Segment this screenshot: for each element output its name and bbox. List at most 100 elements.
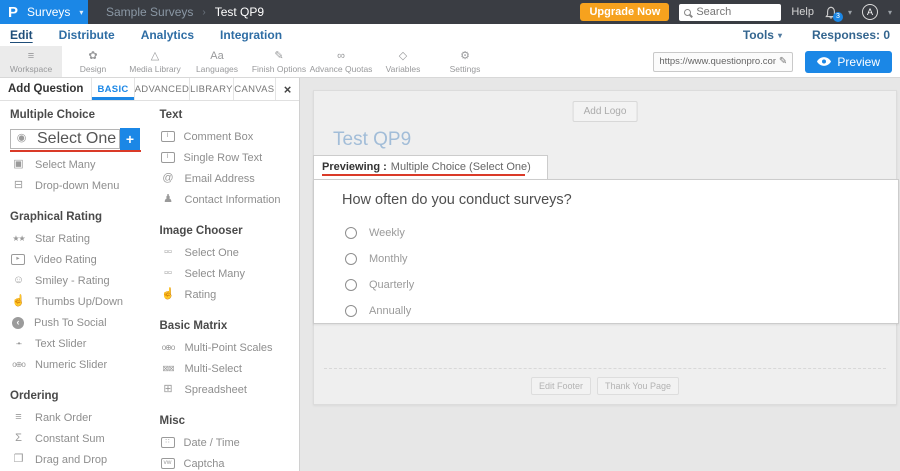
chevron-down-icon[interactable]: ▾: [888, 8, 892, 17]
toolbar-tab-advance-quotas[interactable]: ∞ Advance Quotas: [310, 46, 372, 77]
question-type-rank-order[interactable]: ≡ Rank Order: [10, 407, 148, 428]
option-monthly[interactable]: Monthly: [345, 246, 414, 272]
slider-icon: -•-: [10, 340, 27, 348]
question-type-comment-box[interactable]: I Comment Box: [160, 126, 300, 147]
question-type-image-select-one[interactable]: ▫▫ Select One: [160, 242, 300, 263]
question-type-select-many[interactable]: ▣ Select Many: [10, 154, 148, 175]
question-type-thumbs-up-down[interactable]: ☝ Thumbs Up/Down: [10, 291, 148, 312]
edit-url-pencil-icon[interactable]: ✎: [779, 56, 787, 67]
question-type-contact-information[interactable]: ♟ Contact Information: [160, 189, 300, 210]
toolbar-tab-languages[interactable]: Aa Languages: [186, 46, 248, 77]
question-type-multi-select[interactable]: ⊠⊠ Multi-Select: [160, 358, 300, 379]
breadcrumb: Sample Surveys › Test QP9: [106, 5, 264, 19]
question-type-spreadsheet[interactable]: ⊞ Spreadsheet: [160, 379, 300, 400]
section-misc: Misc: [160, 415, 300, 427]
option-annually[interactable]: Annually: [345, 298, 414, 324]
toolbar-tab-variables[interactable]: ◇ Variables: [372, 46, 434, 77]
option-weekly[interactable]: Weekly: [345, 220, 414, 246]
option-label: Quarterly: [369, 279, 414, 291]
comment-box-icon: I: [161, 131, 175, 142]
question-type-dropdown-menu[interactable]: ⊟ Drop-down Menu: [10, 175, 148, 196]
toolbar-tab-finish-options[interactable]: ✎ Finish Options: [248, 46, 310, 77]
breadcrumb-parent[interactable]: Sample Surveys: [106, 5, 193, 19]
select-one-box[interactable]: ◉ Select One: [10, 129, 120, 149]
search-input[interactable]: [696, 6, 776, 18]
toolbar-tab-label: Variables: [386, 64, 421, 74]
question-type-column-2: Text I Comment Box I Single Row Text @ E…: [160, 106, 300, 471]
nav-analytics[interactable]: Analytics: [141, 28, 194, 42]
previewing-label: Previewing :: [322, 161, 387, 173]
avatar[interactable]: A: [862, 4, 878, 20]
option-label: Weekly: [369, 227, 405, 239]
toolbar-tab-design[interactable]: ✿ Design: [62, 46, 124, 77]
previewing-red-underline: [322, 174, 525, 176]
survey-url-field[interactable]: https://www.questionpro.com/t/APNrfZ ✎: [653, 52, 793, 72]
survey-title[interactable]: Test QP9: [333, 129, 411, 151]
question-type-star-rating[interactable]: ★★ Star Rating: [10, 228, 148, 249]
question-type-label: Captcha: [184, 458, 225, 470]
question-type-label: Comment Box: [184, 131, 254, 143]
question-type-lists: Multiple Choice ◉ Select One + ▣ Select …: [0, 101, 299, 471]
add-question-plus-button[interactable]: +: [120, 128, 140, 150]
radio-icon[interactable]: [345, 253, 357, 265]
radio-icon[interactable]: [345, 227, 357, 239]
option-quarterly[interactable]: Quarterly: [345, 272, 414, 298]
question-type-smiley-rating[interactable]: ☺ Smiley - Rating: [10, 270, 148, 291]
toolbar-tab-media-library[interactable]: △ Media Library: [124, 46, 186, 77]
notification-count-badge: 3: [833, 12, 843, 22]
question-type-drag-and-drop[interactable]: ❐ Drag and Drop: [10, 449, 148, 470]
question-type-label: Rating: [185, 289, 217, 301]
question-type-date-time[interactable]: ∷ Date / Time: [160, 432, 300, 453]
question-preview-block[interactable]: How often do you conduct surveys? Weekly…: [313, 179, 899, 324]
notifications-button[interactable]: 3: [824, 6, 838, 19]
smiley-icon: ☺: [10, 275, 27, 286]
question-type-single-row-text[interactable]: I Single Row Text: [160, 147, 300, 168]
tab-basic[interactable]: BASIC: [91, 78, 133, 100]
question-type-label: Numeric Slider: [35, 359, 107, 371]
responses-count[interactable]: Responses: 0: [812, 28, 890, 42]
question-type-select-one-active[interactable]: ◉ Select One +: [10, 126, 148, 151]
edit-footer-button[interactable]: Edit Footer: [531, 377, 591, 395]
toolbar-tab-settings[interactable]: ⚙ Settings: [434, 46, 496, 77]
tab-advanced[interactable]: ADVANCED: [134, 78, 189, 100]
question-text: How often do you conduct surveys?: [342, 192, 572, 208]
nav-distribute[interactable]: Distribute: [59, 28, 115, 42]
tab-library[interactable]: LIBRARY: [189, 78, 233, 100]
question-type-email-address[interactable]: @ Email Address: [160, 168, 300, 189]
close-icon[interactable]: ×: [275, 78, 299, 100]
toolbar-tab-label: Design: [80, 64, 106, 74]
top-bar-actions: Upgrade Now Help 3 ▾ A ▾: [580, 3, 900, 21]
toolbar-tab-workspace[interactable]: ≡ Workspace: [0, 46, 62, 77]
upgrade-now-button[interactable]: Upgrade Now: [580, 3, 669, 21]
chevron-down-icon[interactable]: ▾: [848, 8, 852, 17]
question-type-image-rating[interactable]: ☝ Rating: [160, 284, 300, 305]
global-search[interactable]: [679, 4, 781, 21]
radio-icon[interactable]: [345, 305, 357, 317]
question-type-multi-point-scales[interactable]: o⊕o Multi-Point Scales: [160, 337, 300, 358]
add-logo-button[interactable]: Add Logo: [573, 101, 638, 122]
tools-menu[interactable]: Tools ▾: [743, 28, 782, 42]
product-menu-label: Surveys: [27, 5, 70, 19]
question-type-image-select-many[interactable]: ▫▫ Select Many: [160, 263, 300, 284]
breadcrumb-current: Test QP9: [215, 5, 264, 19]
question-type-captcha[interactable]: vw Captcha: [160, 453, 300, 471]
magic-wand-icon: ✎: [274, 50, 283, 63]
preview-button[interactable]: Preview: [805, 51, 892, 73]
question-type-numeric-slider[interactable]: o⊕o Numeric Slider: [10, 354, 148, 375]
nav-right: Tools ▾ Responses: 0: [743, 28, 890, 42]
previewing-value: Multiple Choice (Select One): [391, 161, 531, 173]
question-type-push-to-social[interactable]: ‹ Push To Social: [10, 312, 148, 333]
thank-you-page-button[interactable]: Thank You Page: [597, 377, 679, 395]
help-link[interactable]: Help: [791, 6, 814, 18]
question-type-text-slider[interactable]: -•- Text Slider: [10, 333, 148, 354]
tab-canvas[interactable]: CANVAS: [233, 78, 275, 100]
radio-icon[interactable]: [345, 279, 357, 291]
workspace-icon: ≡: [28, 50, 34, 63]
question-type-constant-sum[interactable]: Σ Constant Sum: [10, 428, 148, 449]
video-icon: ▸: [11, 254, 25, 265]
question-type-video-rating[interactable]: ▸ Video Rating: [10, 249, 148, 270]
surveys-product-menu[interactable]: P Surveys ▾: [0, 0, 88, 24]
nav-integration[interactable]: Integration: [220, 28, 282, 42]
nav-edit[interactable]: Edit: [10, 28, 33, 42]
question-type-label: Video Rating: [34, 254, 97, 266]
